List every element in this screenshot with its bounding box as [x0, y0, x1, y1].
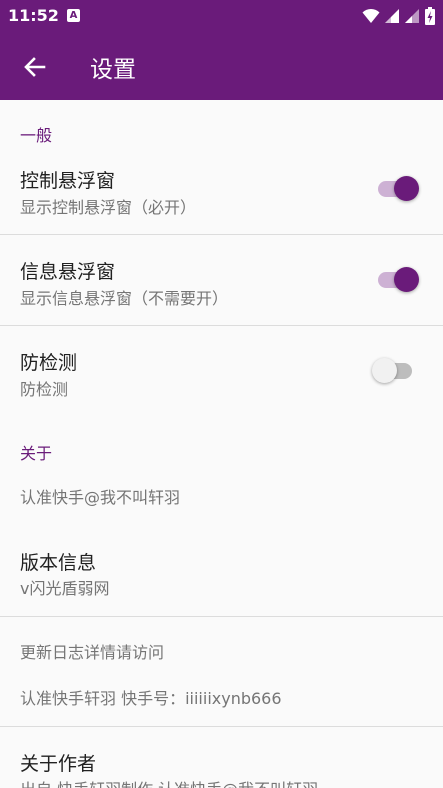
divider [0, 616, 443, 617]
control-floating-window-switch[interactable] [376, 171, 420, 207]
pref-summary: 显示控制悬浮窗（必开） [20, 198, 197, 217]
divider [0, 726, 443, 727]
switch-thumb [394, 267, 419, 292]
back-button[interactable] [14, 46, 56, 88]
arrow-back-icon [24, 57, 46, 77]
battery-charging-icon [425, 7, 435, 25]
pref-summary: 显示信息悬浮窗（不需要开） [20, 289, 229, 308]
pref-summary: 防检测 [20, 380, 69, 399]
pref-title: 防检测 [20, 352, 78, 374]
pref-summary: v闪光盾弱网 [20, 579, 110, 598]
signal-icon [385, 9, 399, 23]
status-icons [362, 7, 435, 25]
category-general: 一般 [20, 126, 53, 145]
app-bar: 设置 [0, 32, 443, 100]
signal-icon [405, 9, 419, 23]
info-floating-window-switch[interactable] [376, 262, 420, 298]
pref-title: 关于作者 [20, 753, 97, 775]
status-time: 11:52 [8, 6, 59, 25]
pref-title: 控制悬浮窗 [20, 170, 116, 192]
pref-title: 版本信息 [20, 552, 97, 574]
page-title: 设置 [90, 57, 136, 83]
pref-summary: 出自 快手轩羽制作 认准快手@我不叫轩羽 [20, 776, 318, 788]
contact-item[interactable]: 认准快手轩羽 快手号：iiiiiixynb666 [20, 685, 282, 709]
pref-title: 信息悬浮窗 [20, 261, 116, 283]
update-log-item[interactable]: 更新日志详情请访问 [20, 639, 164, 663]
wifi-icon [362, 8, 380, 23]
notification-a-icon: A [67, 9, 80, 22]
category-about: 关于 [20, 444, 53, 463]
divider [0, 234, 443, 235]
status-bar: 11:52 A [0, 0, 443, 32]
switch-thumb [372, 358, 397, 383]
divider [0, 325, 443, 326]
switch-thumb [394, 176, 419, 201]
anti-detection-switch[interactable] [372, 353, 420, 389]
about-note[interactable]: 认准快手@我不叫轩羽 [20, 484, 180, 508]
